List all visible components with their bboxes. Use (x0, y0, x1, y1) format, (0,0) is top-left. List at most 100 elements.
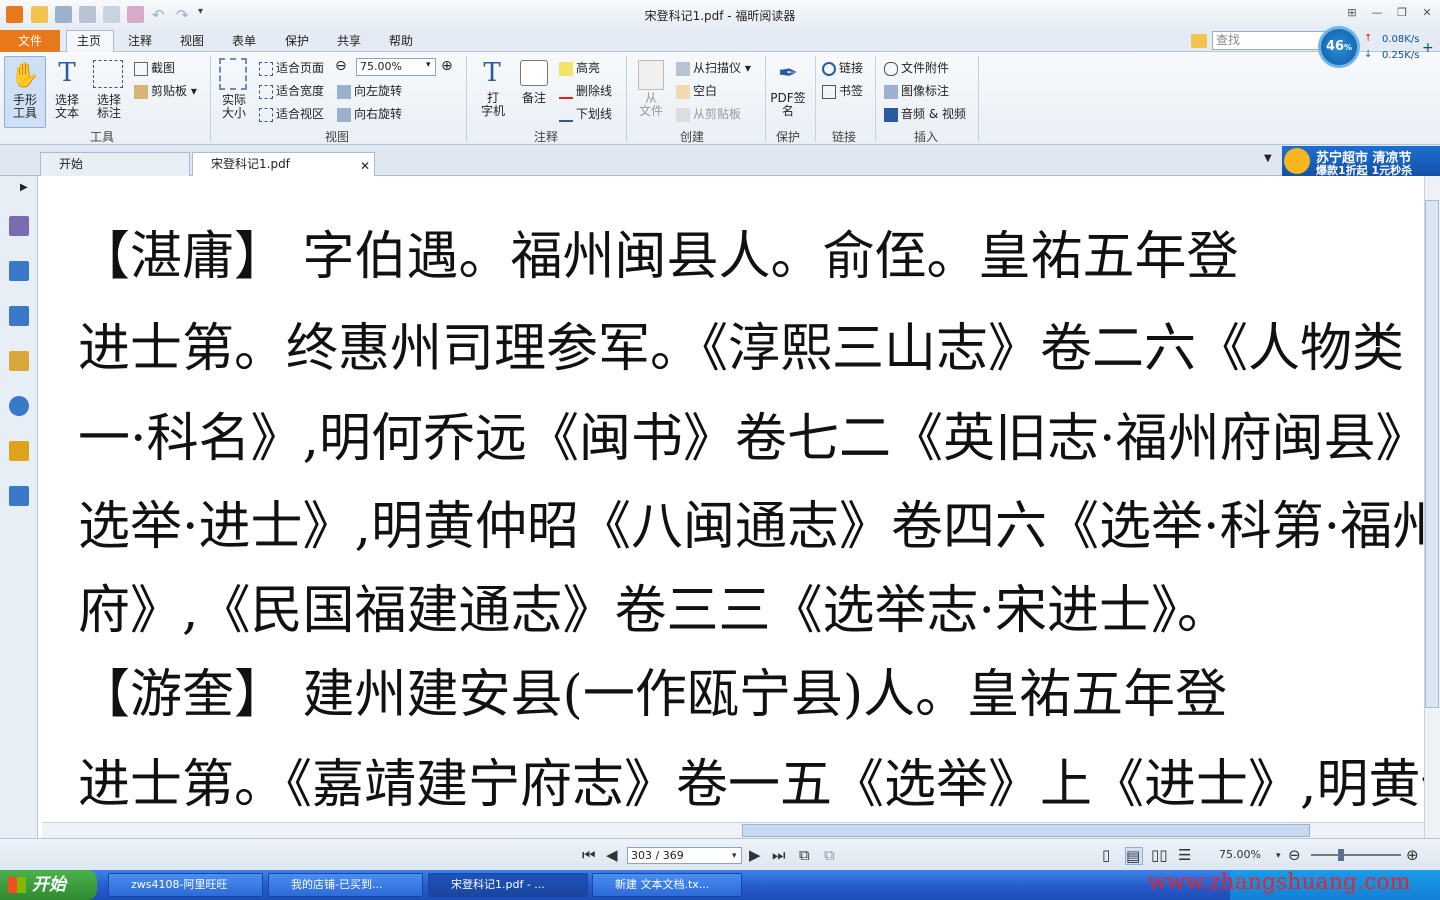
search-input[interactable]: 查找 (1212, 31, 1332, 50)
rotate-left-label: 向左旋转 (354, 84, 403, 98)
tab-close-icon[interactable]: ✕ (360, 159, 370, 173)
strikeout-button[interactable]: 删除线 (559, 82, 612, 99)
scanner-icon (676, 61, 690, 76)
image-annotation-button[interactable]: 图像标注 (884, 82, 949, 99)
previous-view-icon[interactable]: ⧉ (799, 847, 810, 863)
single-page-icon[interactable]: ▯ (1102, 847, 1110, 863)
file-attachment-button[interactable]: 文件附件 (884, 59, 949, 76)
network-monitor-ball[interactable]: 46% (1318, 26, 1360, 68)
link-label: 链接 (839, 61, 864, 75)
tab-view[interactable]: 视图 (180, 30, 204, 52)
layers-icon[interactable] (9, 306, 29, 326)
rotate-left-button[interactable]: 向左旋转 (337, 82, 402, 99)
first-page-icon[interactable]: ⏮ (582, 847, 596, 863)
from-file-button[interactable]: 从 文件 (632, 92, 670, 118)
status-zoom-in-icon[interactable]: ⊕ (1406, 847, 1419, 863)
typewriter-icon[interactable]: T (476, 58, 508, 88)
layout-icon[interactable]: ⊞ (1342, 5, 1362, 21)
from-file-icon[interactable] (638, 60, 664, 90)
download-arrow-icon: ↓ (1364, 49, 1373, 60)
actual-size-icon[interactable] (219, 58, 247, 90)
page-dropdown-icon[interactable]: ▾ (732, 848, 737, 864)
page-number-input[interactable]: 303 / 369 (627, 847, 742, 864)
download-speed: 0.25K/s (1382, 50, 1420, 61)
typewriter-button[interactable]: 打 字机 (474, 92, 512, 118)
pages-icon[interactable] (9, 261, 29, 281)
tab-list-dropdown-icon[interactable]: ▼ (1264, 153, 1272, 164)
note-icon[interactable] (520, 60, 548, 86)
tab-comment[interactable]: 注释 (128, 30, 152, 52)
underline-button[interactable]: 下划线 (559, 105, 612, 122)
doc-tab-active[interactable]: 宋登科记1.pdf (192, 152, 375, 176)
status-zoom-out-icon[interactable]: ⊖ (1288, 847, 1301, 863)
note-button[interactable]: 备注 (515, 92, 553, 105)
fit-page-button[interactable]: 适合页面 (259, 59, 324, 76)
select-text-icon[interactable]: T (50, 58, 84, 88)
taskbar-item-label: 新建 文本文档.tx... (615, 878, 710, 891)
bookmark-button[interactable]: 书签 (822, 82, 863, 99)
tab-form[interactable]: 表单 (232, 30, 256, 52)
zoom-menu-dropdown-icon[interactable]: ▾ (1276, 848, 1281, 864)
fit-width-button[interactable]: 适合宽度 (259, 82, 324, 99)
tab-help[interactable]: 帮助 (389, 30, 413, 52)
pdf-sign-button[interactable]: PDF签 名 (768, 92, 808, 118)
from-scanner-button[interactable]: 从扫描仪 ▾ (676, 59, 751, 76)
vertical-scroll-thumb[interactable] (1425, 200, 1439, 708)
blank-button[interactable]: 空白 (676, 82, 717, 99)
doc-tab-start[interactable]: 开始 (40, 152, 190, 176)
zoom-input[interactable]: 75.00% (356, 58, 436, 76)
audio-video-button[interactable]: 音频 & 视频 (884, 105, 966, 122)
group-label-protect: 保护 (776, 130, 801, 144)
facing-page-icon[interactable]: ▯▯ (1151, 847, 1168, 863)
zoom-slider-handle[interactable] (1338, 849, 1344, 861)
attachments-icon[interactable] (9, 396, 29, 416)
bookmark-icon (822, 84, 836, 99)
comments-icon[interactable] (9, 351, 29, 371)
next-page-icon[interactable]: ▶ (749, 847, 761, 863)
document-page[interactable]: 【湛庸】 字伯遇。福州闽县人。俞侄。皇祐五年登 进士第。终惠州司理参军。《淳熙三… (42, 176, 1424, 822)
select-annotation-icon[interactable] (93, 60, 123, 88)
document-text-line: 进士第。终惠州司理参军。《淳熙三山志》卷二六《人物类 (78, 319, 1405, 379)
taskbar-item-notepad[interactable]: 新建 文本文档.tx... (592, 873, 742, 897)
hand-tool-label: 手形 工具 (12, 93, 37, 120)
zoom-slider[interactable] (1311, 854, 1401, 856)
previous-page-icon[interactable]: ◀ (606, 847, 618, 863)
close-icon[interactable]: ✕ (1417, 5, 1437, 21)
highlight-button[interactable]: 高亮 (559, 59, 600, 76)
clipboard-button[interactable]: 剪贴板 ▾ (134, 82, 197, 99)
next-view-icon[interactable]: ⧉ (824, 847, 835, 863)
tab-protect[interactable]: 保护 (285, 30, 309, 52)
select-annotation-button[interactable]: 选择 标注 (90, 94, 128, 120)
pdf-sign-icon[interactable]: ✒ (774, 58, 802, 88)
continuous-facing-icon[interactable]: ☰ (1178, 847, 1191, 863)
plus-icon[interactable]: + (1422, 40, 1434, 56)
actual-size-button[interactable]: 实际 大小 (215, 94, 253, 120)
expand-panel-icon[interactable]: ▶ (20, 182, 28, 193)
security-lock-icon[interactable] (9, 441, 29, 461)
horizontal-scroll-thumb[interactable] (742, 824, 1310, 837)
restore-icon[interactable]: ❐ (1392, 5, 1412, 21)
taskbar-item-wangwang[interactable]: zws4108-阿里旺旺 (108, 873, 263, 897)
tab-home[interactable]: 主页 (77, 30, 101, 52)
status-zoom-value[interactable]: 75.00% (1219, 848, 1261, 861)
from-clipboard-button[interactable]: 从剪贴板 (676, 105, 741, 122)
ad-banner[interactable]: 苏宁超市 清凉节 爆款1折起 1元秒杀 (1282, 146, 1440, 177)
taskbar-item-foxit[interactable]: 宋登科记1.pdf - ... (428, 873, 588, 897)
select-text-button[interactable]: 选择 文本 (48, 94, 86, 120)
tab-share[interactable]: 共享 (337, 30, 361, 52)
fit-visible-button[interactable]: 适合视区 (259, 105, 324, 122)
minimize-icon[interactable]: — (1367, 5, 1387, 21)
find-folder-icon[interactable] (1191, 34, 1207, 48)
zoom-in-icon[interactable]: ⊕ (441, 58, 453, 74)
zoom-out-icon[interactable]: ⊖ (335, 58, 347, 74)
continuous-page-icon[interactable]: ▤ (1125, 847, 1143, 865)
last-page-icon[interactable]: ⏭ (772, 847, 786, 863)
zoom-dropdown-icon[interactable]: ▾ (426, 60, 431, 70)
signatures-icon[interactable] (9, 486, 29, 506)
link-button[interactable]: 链接 (822, 59, 863, 76)
tab-file[interactable]: 文件 (0, 30, 60, 52)
taskbar-item-browser[interactable]: 我的店铺-已买到... (268, 873, 423, 897)
snapshot-button[interactable]: 截图 (134, 59, 175, 76)
bookmarks-icon[interactable] (9, 216, 29, 236)
rotate-right-button[interactable]: 向右旋转 (337, 105, 402, 122)
